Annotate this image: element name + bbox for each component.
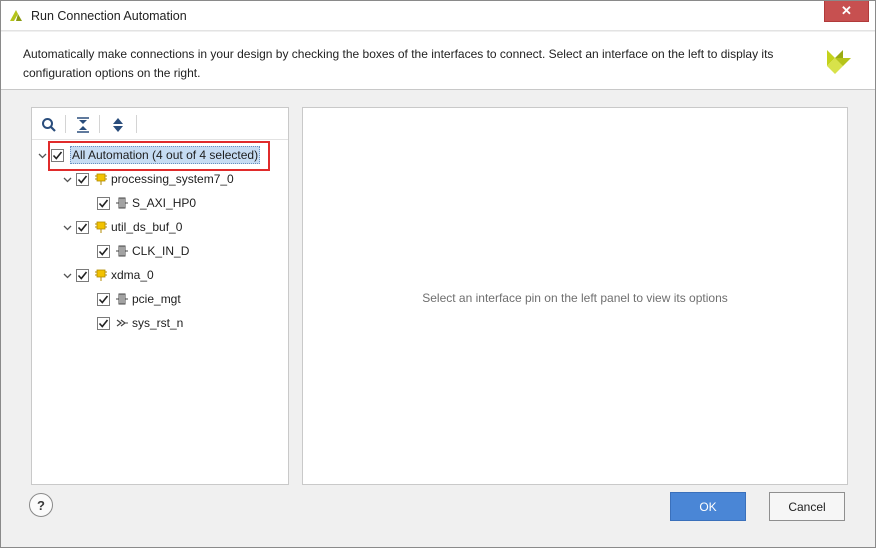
checkbox[interactable]	[76, 220, 89, 234]
checkbox[interactable]	[97, 292, 110, 306]
close-icon: ✕	[841, 3, 852, 18]
chevron-down-icon[interactable]	[61, 221, 73, 233]
title-bar: Run Connection Automation ✕	[1, 1, 875, 31]
search-icon	[42, 118, 56, 132]
tree-item-label: xdma_0	[111, 268, 154, 282]
tree-item-s-axi-hp0[interactable]: S_AXI_HP0	[83, 192, 196, 214]
tree-item-label: util_ds_buf_0	[111, 220, 183, 234]
xilinx-logo-icon	[827, 50, 851, 74]
tree-item-label: pcie_mgt	[132, 292, 181, 306]
collapse-all-icon	[77, 117, 89, 133]
help-button[interactable]: ?	[29, 493, 53, 517]
window-title: Run Connection Automation	[31, 9, 187, 23]
search-button[interactable]	[38, 114, 60, 136]
tree-item-clk-in-d[interactable]: CLK_IN_D	[83, 240, 189, 262]
options-panel: Select an interface pin on the left pane…	[302, 107, 848, 485]
checkbox[interactable]	[97, 196, 110, 210]
checkmark-icon	[77, 223, 88, 232]
bus-interface-icon	[115, 244, 129, 258]
tree-item-pcie-mgt[interactable]: pcie_mgt	[83, 288, 181, 310]
checkmark-icon	[98, 295, 109, 304]
checkbox[interactable]	[76, 268, 89, 282]
checkmark-icon	[77, 175, 88, 184]
reset-pin-icon	[115, 316, 129, 330]
chevron-down-icon[interactable]	[61, 269, 73, 281]
vivado-logo-icon	[10, 10, 22, 21]
description-banner: Automatically make connections in your d…	[1, 32, 875, 90]
help-icon: ?	[37, 497, 45, 513]
ip-block-icon	[94, 220, 108, 234]
ip-block-icon	[94, 268, 108, 282]
tree-item-util-ds-buf-0[interactable]: util_ds_buf_0	[61, 216, 182, 238]
tree-item-processing-system7-0[interactable]: processing_system7_0	[61, 168, 234, 190]
description-text: Automatically make connections in your d…	[23, 47, 774, 80]
collapse-all-button[interactable]	[72, 114, 94, 136]
checkbox[interactable]	[97, 316, 110, 330]
tree-item-sys-rst-n[interactable]: sys_rst_n	[83, 312, 183, 334]
checkmark-icon	[98, 199, 109, 208]
cancel-button[interactable]: Cancel	[769, 492, 845, 521]
annotation-highlight-box	[48, 141, 270, 171]
checkmark-icon	[77, 271, 88, 280]
toolbar-separator	[99, 115, 100, 133]
options-hint: Select an interface pin on the left pane…	[422, 291, 728, 305]
expand-all-button[interactable]	[107, 114, 129, 136]
close-button[interactable]: ✕	[824, 1, 869, 22]
toolbar-separator	[65, 115, 66, 133]
tree-item-label: sys_rst_n	[132, 316, 184, 330]
bus-interface-icon	[115, 196, 129, 210]
chevron-down-icon[interactable]	[61, 173, 73, 185]
bus-interface-icon	[115, 292, 129, 306]
tree-item-label: processing_system7_0	[111, 172, 234, 186]
chevron-down-icon[interactable]	[36, 149, 48, 161]
ok-button[interactable]: OK	[670, 492, 746, 521]
tree-toolbar	[32, 108, 288, 140]
ip-block-icon	[94, 172, 108, 186]
expand-all-icon	[113, 118, 123, 132]
checkmark-icon	[98, 319, 109, 328]
checkmark-icon	[98, 247, 109, 256]
checkbox[interactable]	[76, 172, 89, 186]
tree-item-xdma-0[interactable]: xdma_0	[61, 264, 154, 286]
tree-item-label: CLK_IN_D	[132, 244, 190, 258]
checkbox[interactable]	[97, 244, 110, 258]
toolbar-separator	[136, 115, 137, 133]
tree-item-label: S_AXI_HP0	[132, 196, 197, 210]
run-connection-automation-dialog: Run Connection Automation ✕ Automaticall…	[0, 0, 876, 548]
